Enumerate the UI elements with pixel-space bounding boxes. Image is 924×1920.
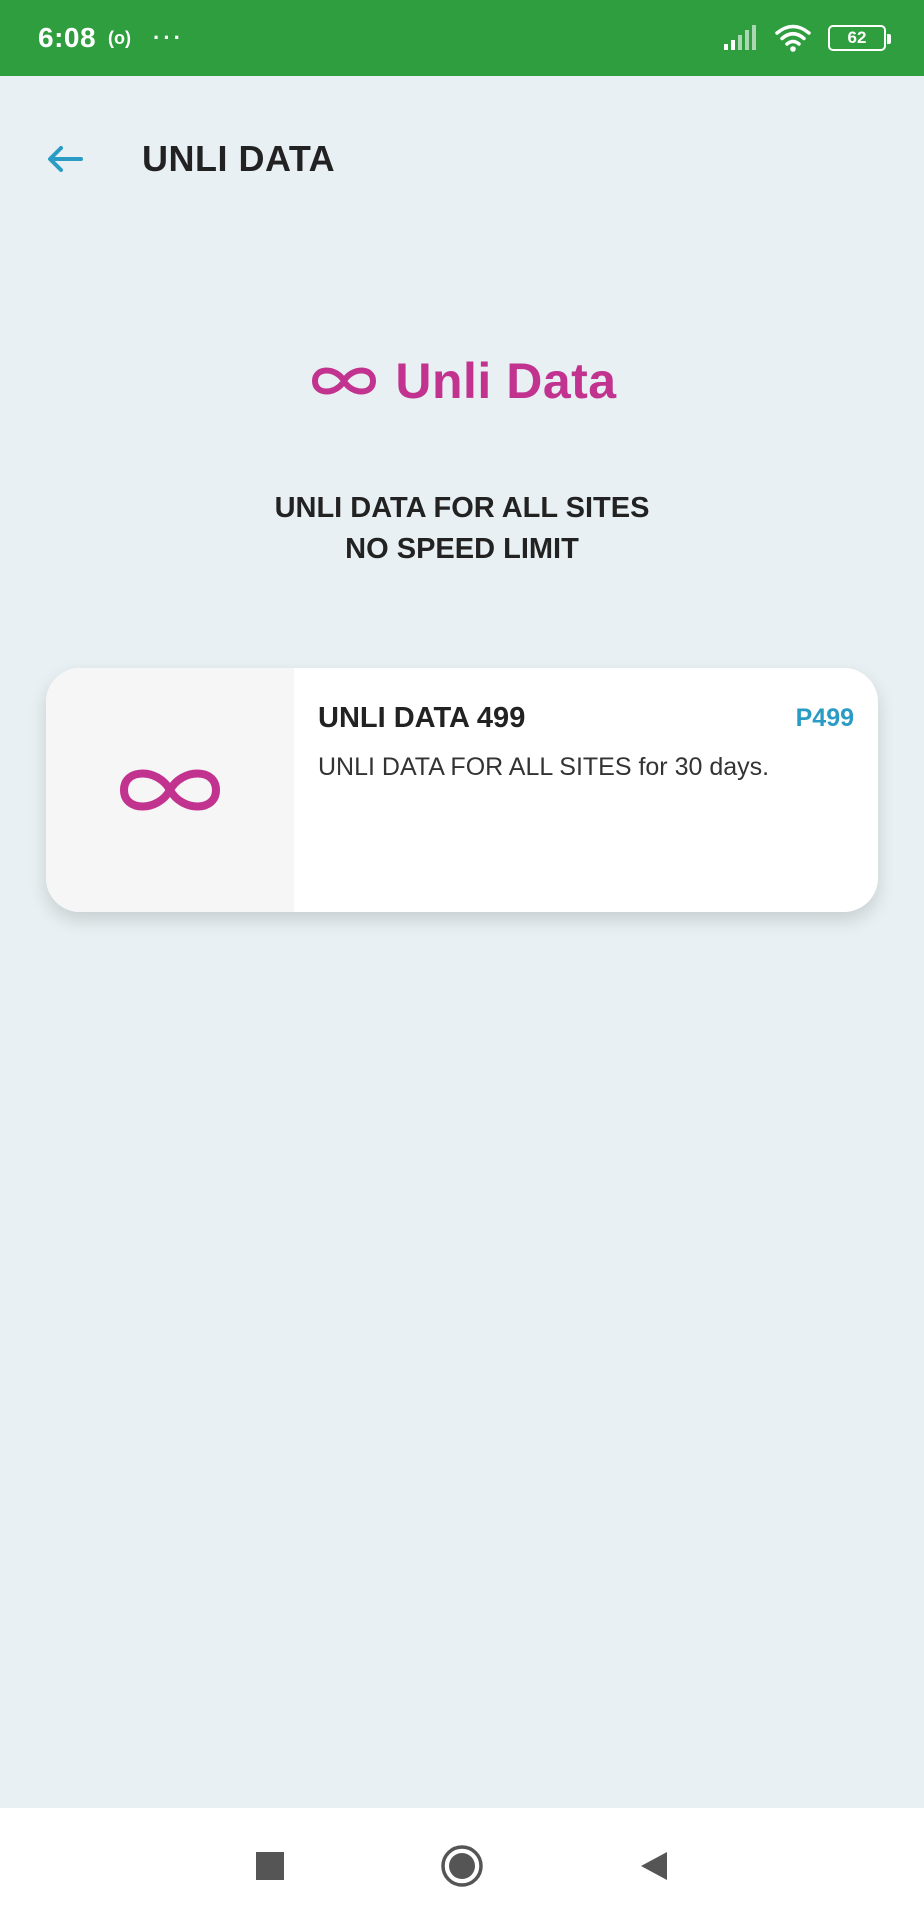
plan-card[interactable]: UNLI DATA 499 P499 UNLI DATA FOR ALL SIT… bbox=[46, 668, 878, 912]
plan-price: P499 bbox=[795, 704, 854, 732]
battery-level: 62 bbox=[847, 28, 867, 47]
screen: 6:08 (o) ··· 62 UNLI DATA Unli Data UNLI… bbox=[0, 0, 924, 1920]
home-button[interactable] bbox=[440, 1844, 484, 1888]
battery-icon: 62 bbox=[828, 25, 891, 51]
recents-square-icon bbox=[256, 1852, 284, 1880]
back-triangle-icon bbox=[641, 1852, 667, 1880]
page-title: UNLI DATA bbox=[142, 138, 336, 179]
recents-button[interactable] bbox=[248, 1844, 292, 1888]
back-button[interactable] bbox=[40, 134, 90, 184]
system-nav-bar bbox=[0, 1808, 924, 1920]
infinity-icon bbox=[312, 367, 377, 395]
plan-card-body: UNLI DATA 499 P499 UNLI DATA FOR ALL SIT… bbox=[294, 668, 878, 912]
wifi-icon bbox=[775, 24, 811, 52]
plan-card-icon-panel bbox=[46, 668, 294, 912]
plan-description: UNLI DATA FOR ALL SITES for 30 days. bbox=[318, 753, 770, 781]
brand-logo: Unli Data bbox=[0, 352, 924, 410]
signal-icon bbox=[724, 25, 756, 50]
back-arrow-icon bbox=[48, 146, 83, 172]
radio-indicator: (o) bbox=[108, 27, 132, 48]
home-circle-icon bbox=[441, 1845, 483, 1887]
plan-title: UNLI DATA 499 bbox=[318, 702, 526, 734]
system-back-button[interactable] bbox=[632, 1844, 676, 1888]
status-bar: 6:08 (o) ··· 62 bbox=[0, 0, 924, 76]
more-notifications-indicator: ··· bbox=[153, 25, 185, 50]
brand-name: Unli Data bbox=[395, 353, 617, 409]
tagline: UNLI DATA FOR ALL SITES NO SPEED LIMIT bbox=[0, 488, 924, 570]
infinity-icon bbox=[120, 769, 220, 811]
status-icons: 62 bbox=[722, 23, 891, 53]
tagline-line-2: NO SPEED LIMIT bbox=[345, 533, 579, 565]
app-header: UNLI DATA bbox=[0, 76, 924, 246]
status-time: 6:08 bbox=[38, 22, 97, 53]
tagline-line-1: UNLI DATA FOR ALL SITES bbox=[274, 492, 650, 524]
